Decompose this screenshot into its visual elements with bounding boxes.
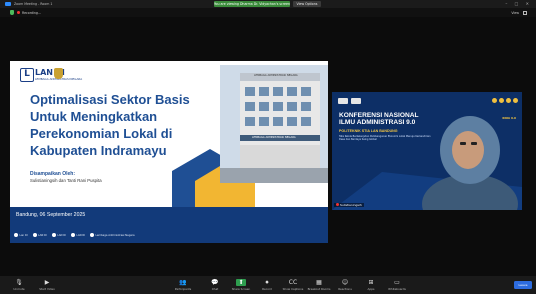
breakout-icon: ▦	[316, 279, 322, 286]
start-video-button[interactable]: ▶ Start Video	[34, 279, 60, 291]
toolbar-label: Record	[262, 287, 272, 291]
conference-theme: Tata Kelola Berkelanjutan Pembangunan Ek…	[339, 135, 431, 142]
unmute-button[interactable]: 🎙 Unmute	[6, 279, 32, 291]
meeting-status-bar: Recording... View	[0, 8, 536, 17]
presenter-names: Sulistianingsih dan Tanti Rani Puspita	[30, 178, 102, 183]
toolbar-label: Chat	[211, 287, 219, 291]
leave-meeting-button[interactable]: Leave	[514, 281, 532, 289]
conference-title: KONFERENSI NASIONAL ILMU ADMINISTRASI 9.…	[339, 112, 419, 127]
apps-button[interactable]: ⊞ Apps	[358, 279, 384, 291]
reactions-icon: ☺	[341, 279, 349, 286]
logo-mark: L	[20, 68, 34, 82]
lan-ri-logo: L LAN RI LEMBAGA ADMINISTRASI NEGARA	[20, 68, 82, 82]
reactions-button[interactable]: ☺ Reactions	[332, 279, 358, 291]
conference-tag: KNIA 9.0	[502, 116, 516, 120]
window-title: Zoom Meeting - Room 1	[14, 2, 53, 6]
zoom-logo-icon	[5, 2, 11, 6]
fullscreen-icon[interactable]	[523, 10, 527, 15]
toolbar-label: Start Video	[39, 287, 55, 291]
toolbar-label: Participants	[174, 287, 192, 291]
slide-footer: Bandung, 06 September 2025 Lan RI LAN RI…	[10, 207, 328, 243]
window-controls[interactable]: – □ ✕	[505, 1, 532, 6]
social-label: LAN RI	[38, 233, 47, 237]
sponsor-logo	[338, 98, 348, 104]
partner-logo	[513, 98, 518, 103]
conference-title-line2: ILMU ADMINISTRASI 9.0	[339, 119, 416, 127]
captions-icon: CC	[288, 279, 298, 286]
mic-icon: 🎙	[15, 279, 23, 286]
participant-name: Sulistianingsih	[340, 203, 362, 207]
breakout-rooms-button[interactable]: ▦ Breakout Rooms	[306, 279, 332, 291]
social-link: LAN RI	[70, 232, 85, 238]
video-background	[332, 92, 522, 210]
partner-logo	[499, 98, 504, 103]
participants-icon: 👥	[179, 279, 187, 286]
speaker-video-tile[interactable]: KONFERENSI NASIONAL ILMU ADMINISTRASI 9.…	[332, 92, 522, 210]
video-icon: ▶	[44, 279, 50, 286]
social-link: Lembaga Administrasi Negara	[89, 232, 135, 238]
building-illustration	[220, 65, 328, 183]
view-options-button[interactable]: View Options	[293, 1, 321, 7]
view-button[interactable]: View	[511, 11, 519, 15]
whiteboard-icon: ▭	[394, 279, 400, 286]
apps-icon: ⊞	[368, 279, 374, 286]
partner-logo	[506, 98, 511, 103]
social-icon	[51, 233, 56, 237]
chat-icon: 💬	[211, 279, 219, 286]
participant-name-tag: Sulistianingsih	[334, 203, 364, 207]
social-label: LAN RI	[57, 233, 66, 237]
building-photo: LEMBAGA ADMINISTRASI NEGARA LEMBAGA ADMI…	[220, 65, 328, 183]
toolbar-label: Unmute	[13, 287, 25, 291]
shared-screen-slide: L LAN RI LEMBAGA ADMINISTRASI NEGARA Opt…	[10, 61, 328, 243]
recording-label: Recording...	[22, 10, 41, 15]
record-button[interactable]: ⏺ Record	[254, 279, 280, 291]
emblem-icon	[54, 68, 63, 79]
toolbar-label: Whiteboards	[388, 287, 406, 291]
slide-date: Bandung, 06 September 2025	[16, 212, 86, 218]
social-link: LAN RI	[32, 232, 47, 238]
whiteboards-button[interactable]: ▭ Whiteboards	[384, 279, 410, 291]
conference-title-line1: KONFERENSI NASIONAL	[339, 112, 419, 119]
share-icon: ⬆	[236, 279, 246, 286]
social-label: Lan RI	[19, 233, 28, 237]
social-label: LAN RI	[76, 233, 85, 237]
participants-button[interactable]: 👥 Participants	[170, 279, 196, 291]
window-title-bar: Zoom Meeting - Room 1 You are viewing Dh…	[0, 0, 536, 8]
recording-dot-icon	[17, 11, 20, 14]
partner-logo	[492, 98, 497, 103]
toolbar-label: Show Captions	[282, 287, 304, 291]
screen-share-banner: You are viewing Dharma Dr. Vidyachan's s…	[214, 1, 290, 7]
social-links: Lan RI LAN RI LAN RI LAN RI Lembaga Admi…	[14, 232, 135, 238]
presented-by-label: Disampaikan Oleh:	[30, 171, 76, 177]
captions-button[interactable]: CC Show Captions	[280, 279, 306, 291]
security-shield-icon[interactable]	[10, 10, 14, 15]
social-icon	[14, 233, 18, 237]
toolbar-label: Breakout Rooms	[307, 287, 331, 291]
social-icon	[32, 233, 37, 237]
meeting-toolbar: 🎙 Unmute ▶ Start Video 👥 Participants 💬 Chat…	[0, 276, 536, 294]
building-sign-top: LEMBAGA ADMINISTRASI NEGARA	[254, 74, 298, 77]
toolbar-label: Reactions	[338, 287, 352, 291]
share-screen-button[interactable]: ⬆ Share Screen	[228, 279, 254, 291]
social-icon	[89, 233, 94, 237]
social-link: LAN RI	[51, 232, 66, 238]
social-icon	[70, 233, 75, 237]
toolbar-label: Share Screen	[231, 287, 251, 291]
building-sign-mid: LEMBAGA ADMINISTRASI NEGARA	[252, 136, 296, 139]
mic-muted-icon	[336, 203, 339, 206]
sponsor-logos	[338, 98, 361, 104]
social-link: Lan RI	[14, 232, 28, 238]
partner-logos	[492, 98, 518, 103]
conference-host: POLITEKNIK STIA LAN BANDUNG	[339, 129, 398, 133]
sponsor-logo	[351, 98, 361, 104]
social-label: Lembaga Administrasi Negara	[95, 233, 135, 237]
chat-button[interactable]: 💬 Chat	[202, 279, 228, 291]
record-icon: ⏺	[265, 279, 269, 286]
toolbar-label: Apps	[367, 287, 375, 291]
